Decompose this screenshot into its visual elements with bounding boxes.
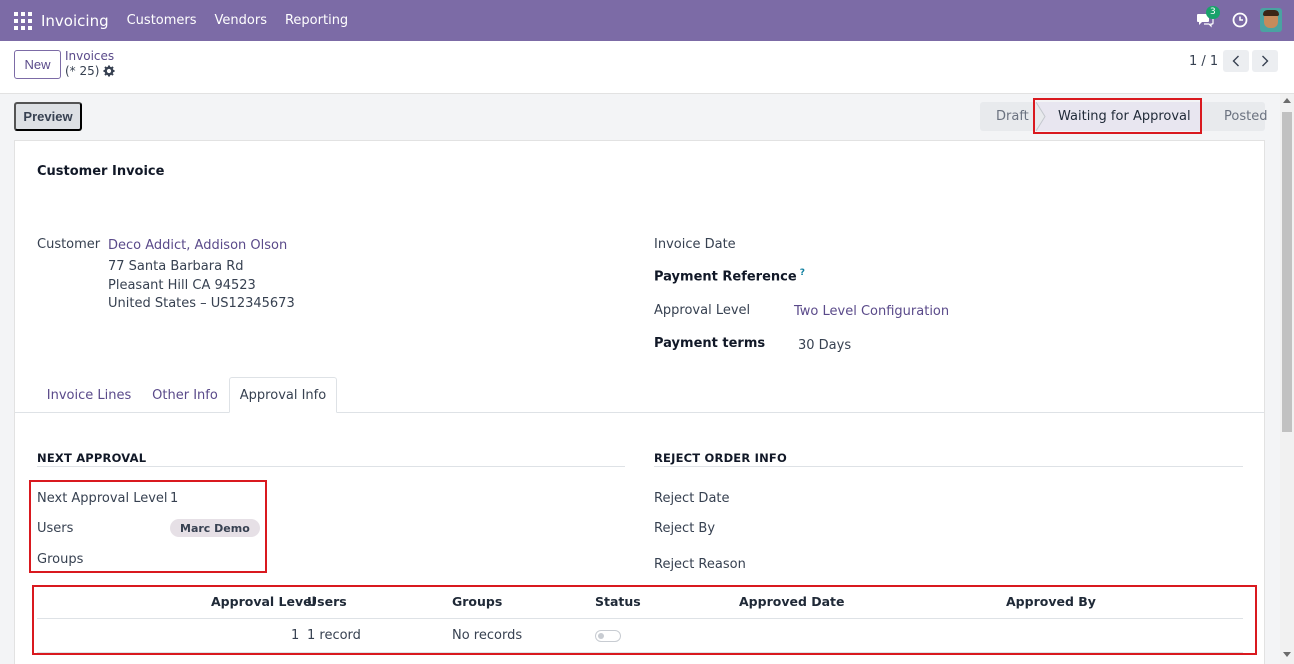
pager-previous-button[interactable] [1223,50,1249,72]
stage-posted[interactable]: Posted [1202,102,1268,131]
chevron-left-icon [1232,55,1239,67]
customer-link[interactable]: Deco Addict, Addison Olson [108,238,287,253]
payment-reference-label: Payment Reference? [654,268,805,284]
menu-vendors[interactable]: Vendors [215,13,267,28]
pager-value[interactable]: 1 / 1 [1189,54,1218,69]
menu-reporting[interactable]: Reporting [285,13,348,28]
payment-terms-value[interactable]: 30 Days [798,338,851,353]
invoice-date-label: Invoice Date [654,237,736,252]
vertical-scrollbar[interactable] [1280,94,1294,664]
customer-address-line1: 77 Santa Barbara Rd [108,259,244,274]
reject-order-heading: REJECT ORDER INFO [654,451,787,465]
scroll-up-icon[interactable] [1283,98,1291,103]
help-tooltip-icon[interactable]: ? [800,268,805,278]
reject-reason-label: Reject Reason [654,557,746,572]
scroll-down-icon[interactable] [1283,652,1291,657]
next-approval-divider [37,466,625,467]
customer-address-line3: United States – US12345673 [108,296,295,311]
gear-icon[interactable] [103,65,115,77]
document-title: Customer Invoice [37,164,165,179]
reject-order-divider [654,466,1243,467]
pager-next-button[interactable] [1252,50,1278,72]
stage-draft-label: Draft [996,109,1029,124]
app-name[interactable]: Invoicing [41,12,109,30]
approval-level-link[interactable]: Two Level Configuration [794,304,949,319]
record-name: (* 25) [65,64,100,78]
tab-invoice-lines-label: Invoice Lines [46,387,132,403]
messaging-icon[interactable]: 3 [1196,6,1220,28]
tab-approval-info[interactable]: Approval Info [229,377,337,413]
highlight-status-box [1033,98,1202,134]
highlight-next-approval-box [29,480,267,573]
app-menu-icon[interactable] [14,11,32,30]
breadcrumb-invoices[interactable]: Invoices [65,49,114,63]
tab-other-info-label: Other Info [152,387,218,403]
new-button[interactable]: New [14,50,61,79]
user-avatar[interactable] [1260,8,1282,32]
activity-clock-icon[interactable] [1232,12,1248,28]
payment-terms-label: Payment terms [654,336,766,351]
messages-badge: 3 [1206,6,1220,19]
chevron-right-icon [1262,55,1269,67]
control-panel: New Invoices (* 25) 1 / 1 [0,41,1294,94]
scrollbar-thumb[interactable] [1282,112,1292,432]
customer-label: Customer [37,237,101,252]
stage-posted-label: Posted [1224,109,1268,124]
payment-reference-text: Payment Reference [654,269,797,285]
highlight-approval-table-box [32,585,1257,655]
next-approval-heading: NEXT APPROVAL [37,451,147,465]
approval-level-label: Approval Level [654,303,751,318]
top-navbar: Invoicing Customers Vendors Reporting 3 [0,0,1294,41]
tab-invoice-lines[interactable]: Invoice Lines [37,377,141,413]
reject-by-label: Reject By [654,521,716,536]
preview-button[interactable]: Preview [14,102,82,131]
customer-address-line2: Pleasant Hill CA 94523 [108,278,256,293]
tab-other-info[interactable]: Other Info [141,377,229,413]
menu-customers[interactable]: Customers [127,13,197,28]
stage-draft[interactable]: Draft [980,102,1036,131]
tab-approval-info-label: Approval Info [239,387,327,403]
reject-date-label: Reject Date [654,491,730,506]
